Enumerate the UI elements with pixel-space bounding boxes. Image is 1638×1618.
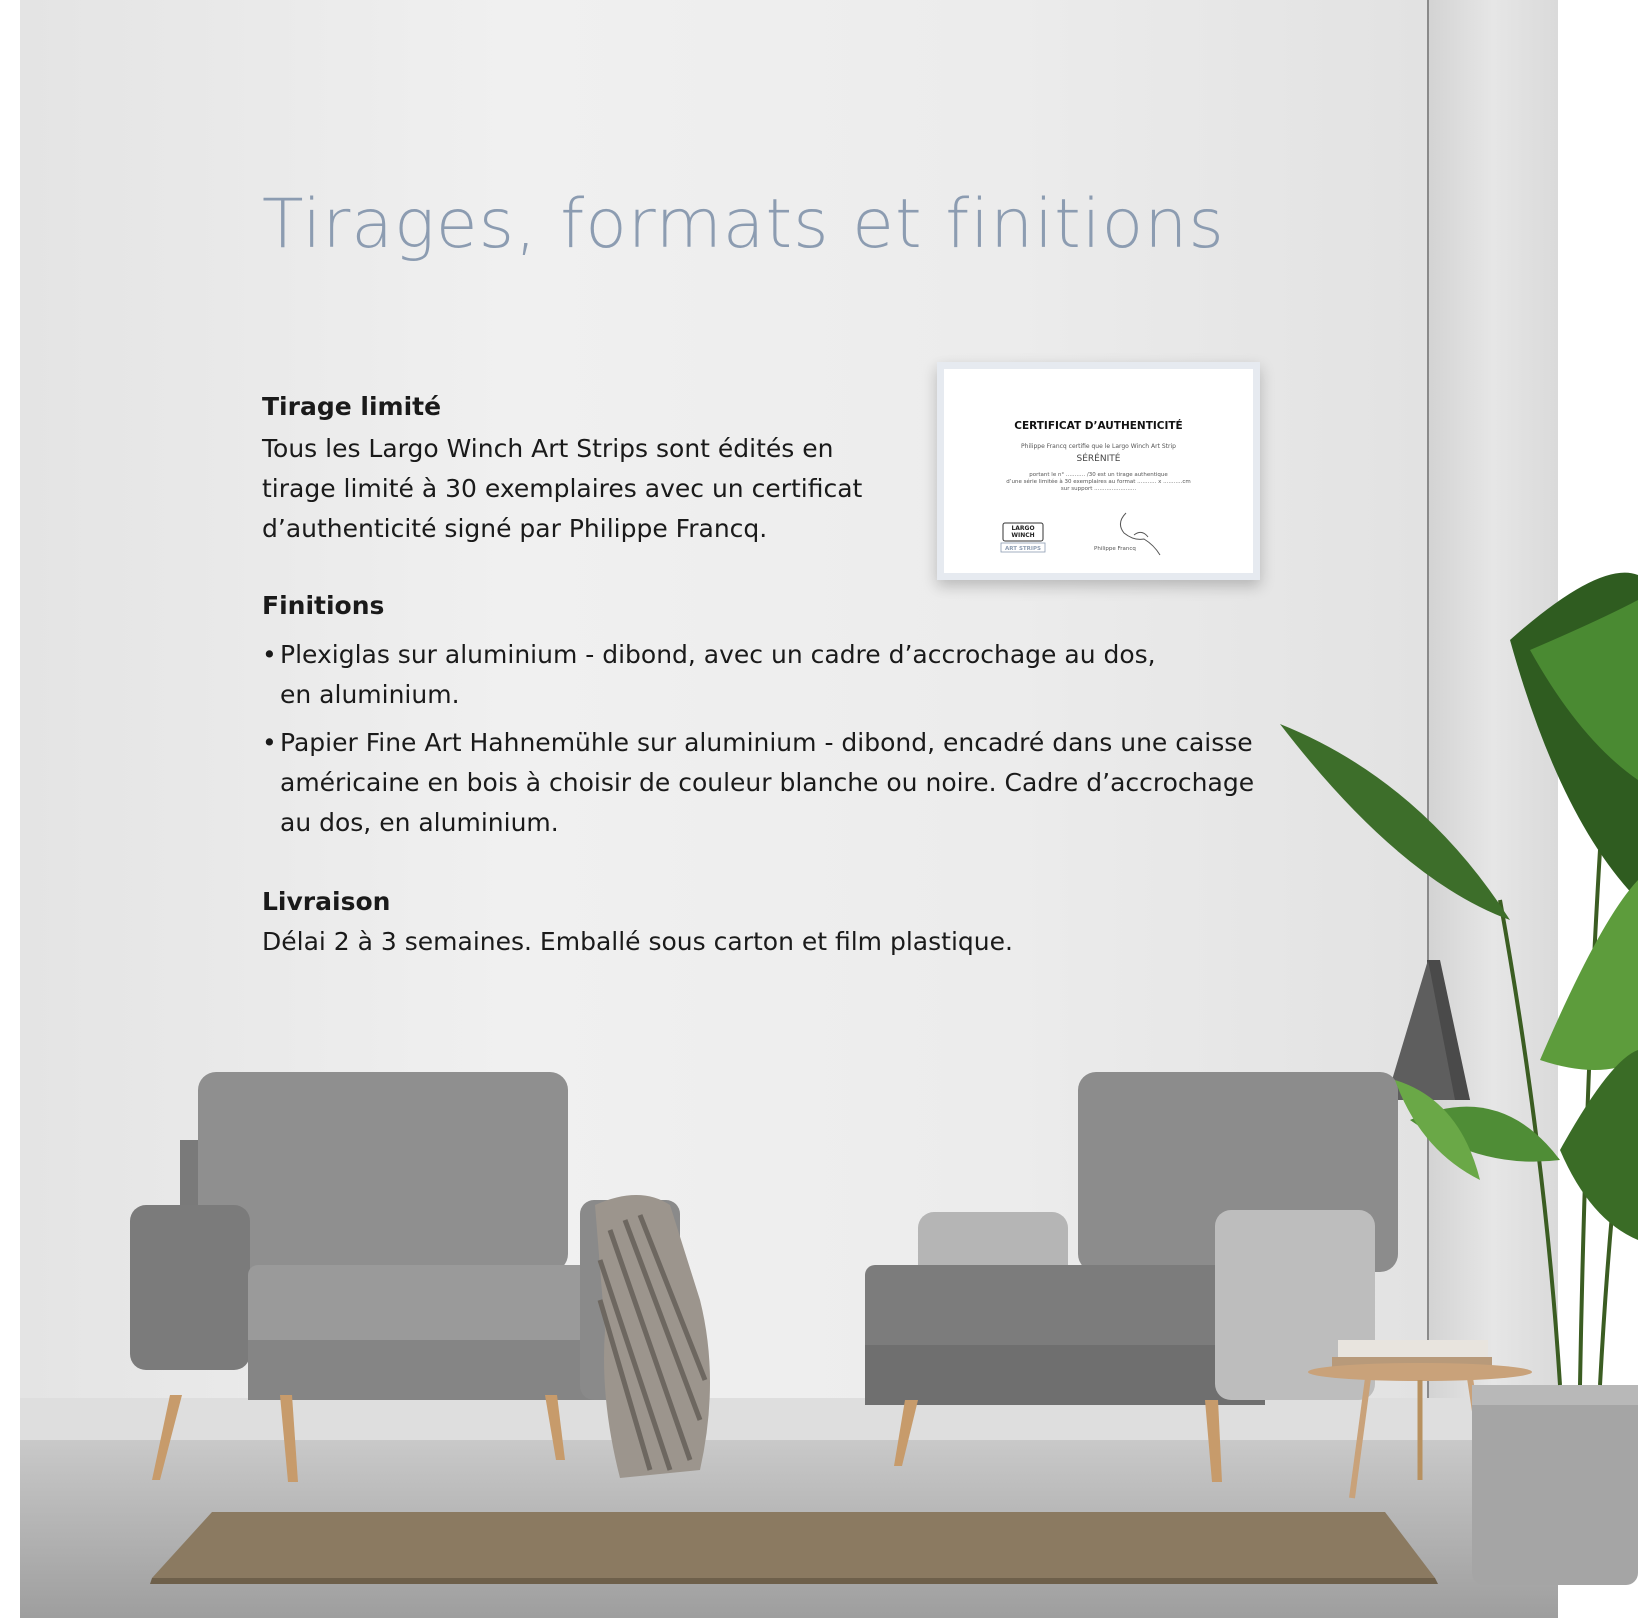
logo-text-2: WINCH [1011, 532, 1034, 539]
logo-text-3: ART STRIPS [1005, 546, 1041, 552]
section-heading-finitions: Finitions [262, 591, 385, 620]
certificate-paper: CERTIFICAT D’AUTHENTICITÉ Philippe Franc… [944, 369, 1253, 573]
certificate-image: CERTIFICAT D’AUTHENTICITÉ Philippe Franc… [937, 362, 1260, 580]
page-title: Tirages, formats et finitions [262, 185, 1225, 264]
certificate-line-5: sur support ........................ [1060, 486, 1137, 492]
largo-winch-logo: LARGO WINCH ART STRIPS [1000, 522, 1046, 553]
tirage-line-2: tirage limité à 30 exemplaires avec un c… [262, 474, 863, 503]
certificate-artwork-name: SÉRÉNITÉ [1076, 454, 1121, 464]
livraison-text: Délai 2 à 3 semaines. Emballé sous carto… [262, 927, 1013, 956]
page: Tirages, formats et finitions Tirage lim… [0, 0, 1638, 1618]
finition-1-line-2: en aluminium. [280, 680, 460, 709]
finition-1-line-1: Plexiglas sur aluminium - dibond, avec u… [280, 640, 1156, 669]
certificate-line-1: Philippe Francq certifie que le Largo Wi… [1021, 443, 1176, 450]
certificate-line-4: d’une série limitée à 30 exemplaires au … [1006, 479, 1191, 485]
finition-2-line-3: au dos, en aluminium. [280, 808, 559, 837]
certificate-line-3: portant le n° ........... /30 est un tir… [1029, 472, 1168, 478]
section-heading-tirage: Tirage limité [262, 392, 442, 421]
section-heading-livraison: Livraison [262, 887, 391, 916]
plant-pot [1472, 1385, 1638, 1585]
tirage-line-3: d’authenticité signé par Philippe Francq… [262, 514, 768, 543]
certificate-signatory: Philippe Francq [1094, 546, 1136, 552]
rug [152, 1512, 1435, 1578]
logo-text-1: LARGO [1011, 525, 1034, 532]
finition-2-line-2: américaine en bois à choisir de couleur … [280, 768, 1255, 797]
finition-2-line-1: Papier Fine Art Hahnemühle sur aluminium… [280, 728, 1253, 757]
tirage-line-1: Tous les Largo Winch Art Strips sont édi… [262, 434, 834, 463]
bullet-symbol: • [262, 728, 277, 757]
certificate-title: CERTIFICAT D’AUTHENTICITÉ [1014, 420, 1183, 432]
bullet-symbol: • [262, 640, 277, 669]
